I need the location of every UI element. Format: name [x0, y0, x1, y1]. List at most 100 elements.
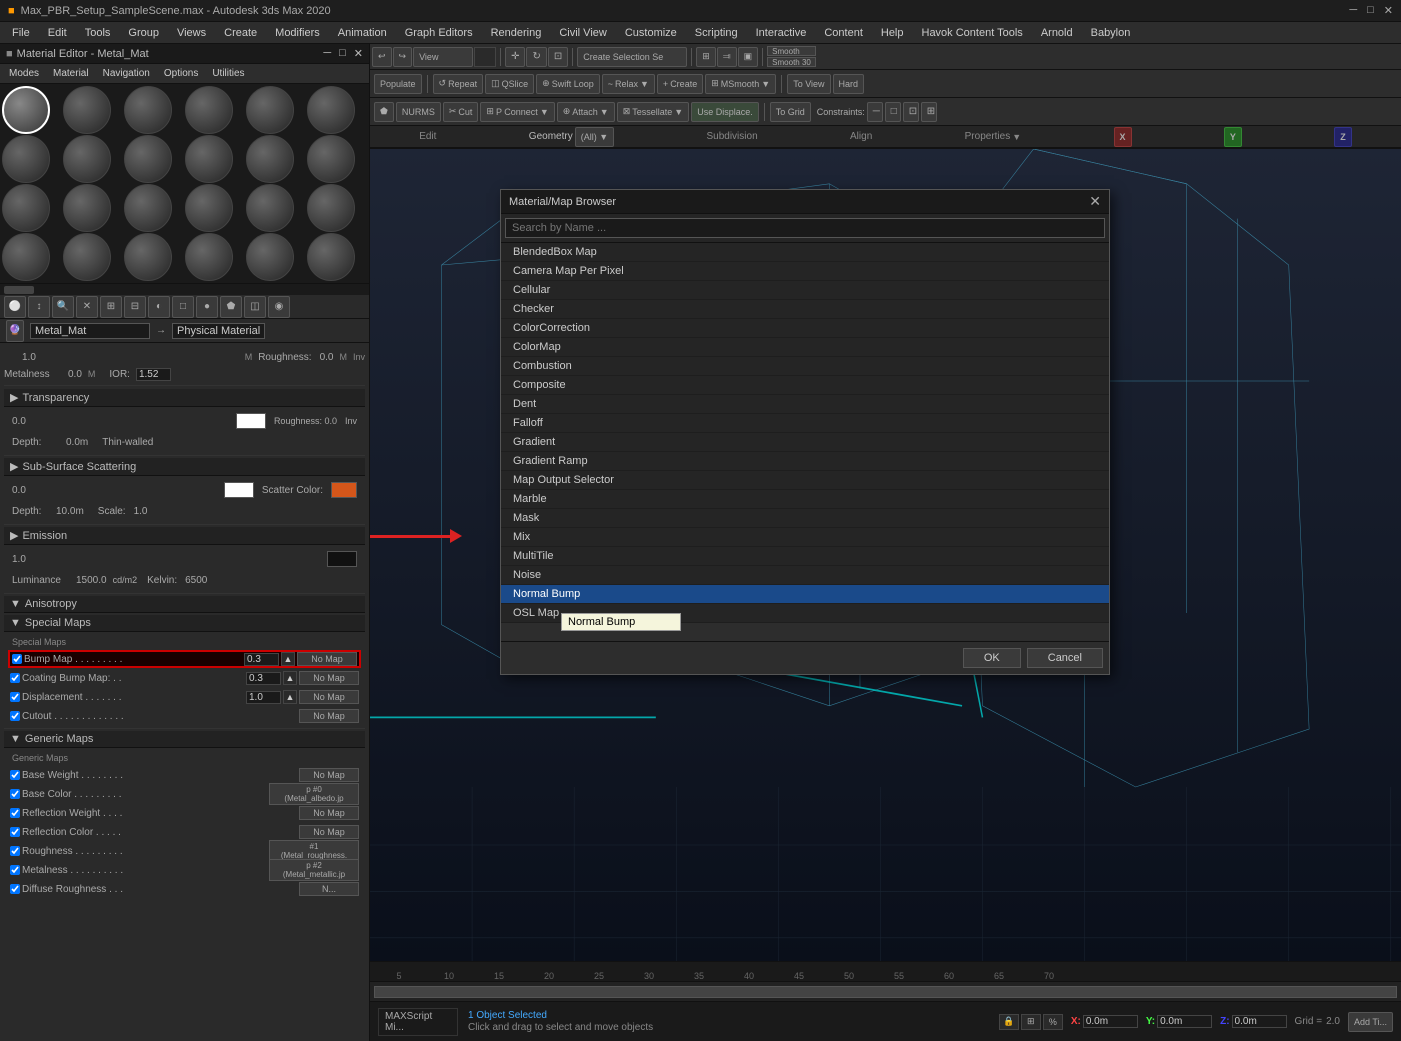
minimize-btn[interactable]: ─ [1349, 4, 1357, 17]
view-dropdown[interactable] [474, 47, 496, 67]
mat-editor-maximize[interactable]: □ [339, 47, 346, 60]
viewport-canvas[interactable]: Material/Map Browser ✕ BlendedBox Map Ca… [370, 149, 1401, 961]
reflection-color-btn[interactable]: No Map [299, 825, 359, 839]
menu-customize[interactable]: Customize [617, 25, 685, 41]
msmooth-btn[interactable]: ⊞ MSmooth ▼ [705, 74, 776, 94]
mat-tb-btn11[interactable]: ◫ [244, 296, 266, 318]
create-geo-btn[interactable]: + Create [657, 74, 703, 94]
constraint-extra[interactable]: ⊞ [921, 102, 937, 122]
anisotropy-section[interactable]: ▼ Anisotropy [4, 596, 365, 613]
mat-editor-close[interactable]: ✕ [354, 47, 363, 60]
maxscript-display[interactable]: MAXScript Mi... [378, 1008, 458, 1036]
to-view-btn[interactable]: To View [787, 74, 830, 94]
displacement-checkbox[interactable] [10, 692, 20, 702]
relax-btn[interactable]: ~ Relax ▼ [602, 74, 655, 94]
menu-graph-editors[interactable]: Graph Editors [397, 25, 481, 41]
menu-babylon[interactable]: Babylon [1083, 25, 1139, 41]
mat-tb-btn10[interactable]: ⬟ [220, 296, 242, 318]
add-time-btn[interactable]: Add Ti... [1348, 1012, 1393, 1032]
create-sel-btn[interactable]: Create Selection Se [577, 47, 687, 67]
sphere-10[interactable] [185, 135, 233, 183]
sphere-1[interactable] [2, 86, 50, 134]
list-item-marble[interactable]: Marble [501, 490, 1109, 509]
mirror-btn[interactable]: ⊞ [696, 47, 716, 67]
ok-button[interactable]: OK [963, 648, 1021, 668]
mat-tb-btn12[interactable]: ◉ [268, 296, 290, 318]
list-item-blendedbox[interactable]: BlendedBox Map [501, 243, 1109, 262]
mat-editor-minimize[interactable]: ─ [323, 47, 331, 60]
dialog-titlebar[interactable]: Material/Map Browser ✕ [501, 190, 1109, 214]
mat-menu-options[interactable]: Options [159, 67, 203, 80]
menu-file[interactable]: File [4, 25, 38, 41]
bump-map-spinner[interactable]: ▲ [281, 652, 295, 666]
menu-rendering[interactable]: Rendering [483, 25, 550, 41]
list-item-dent[interactable]: Dent [501, 395, 1109, 414]
list-item-cellular[interactable]: Cellular [501, 281, 1109, 300]
sphere-21[interactable] [124, 233, 172, 281]
geometry-all-dropdown[interactable]: (All) ▼ [575, 127, 614, 147]
reflection-weight-checkbox[interactable] [10, 808, 20, 818]
cutout-checkbox[interactable] [10, 711, 20, 721]
hard-btn[interactable]: Hard [833, 74, 865, 94]
timeline[interactable] [370, 981, 1401, 1001]
list-item-camera-map[interactable]: Camera Map Per Pixel [501, 262, 1109, 281]
sphere-6[interactable] [307, 86, 355, 134]
mat-menu-navigation[interactable]: Navigation [98, 67, 155, 80]
scatter-color-swatch[interactable] [331, 482, 357, 498]
snap-btn[interactable]: ▣ [738, 47, 759, 67]
displacement-btn[interactable]: No Map [299, 690, 359, 704]
displacement-spinner[interactable]: ▲ [283, 690, 297, 704]
coating-bump-value[interactable] [246, 672, 281, 685]
menu-havok[interactable]: Havok Content Tools [914, 25, 1031, 41]
constraint-face[interactable]: □ [885, 102, 901, 122]
attach-btn[interactable]: ⊕ Attach ▼ [557, 102, 615, 122]
sphere-19[interactable] [2, 233, 50, 281]
list-item-gradient-ramp[interactable]: Gradient Ramp [501, 452, 1109, 471]
sphere-9[interactable] [124, 135, 172, 183]
mat-tb-btn2[interactable]: ↕ [28, 296, 50, 318]
sphere-14[interactable] [63, 184, 111, 232]
mat-tb-btn7[interactable]: ◐ [148, 296, 170, 318]
bump-map-checkbox[interactable] [12, 654, 22, 664]
bump-map-btn[interactable]: No Map [297, 652, 357, 666]
base-color-btn[interactable]: p #0 (Metal_albedo.jp [269, 783, 359, 805]
list-item-gradient[interactable]: Gradient [501, 433, 1109, 452]
sphere-12[interactable] [307, 135, 355, 183]
coating-bump-checkbox[interactable] [10, 673, 20, 683]
cut-btn[interactable]: ✂ Cut [443, 102, 479, 122]
nurms-btn[interactable]: NURMS [396, 102, 441, 122]
select-filter[interactable]: View [413, 47, 473, 67]
repeat-btn[interactable]: ↺ Repeat [433, 74, 484, 94]
search-input[interactable] [505, 218, 1105, 238]
sphere-5[interactable] [246, 86, 294, 134]
sphere-hscroll[interactable] [0, 283, 369, 295]
diffuse-roughness-btn[interactable]: N... [299, 882, 359, 896]
use-displace-btn[interactable]: Use Displace. [691, 102, 759, 122]
reflection-color-checkbox[interactable] [10, 827, 20, 837]
menu-interactive[interactable]: Interactive [748, 25, 815, 41]
cancel-button[interactable]: Cancel [1027, 648, 1103, 668]
menu-civil-view[interactable]: Civil View [551, 25, 614, 41]
list-item-falloff[interactable]: Falloff [501, 414, 1109, 433]
sphere-16[interactable] [185, 184, 233, 232]
menu-tools[interactable]: Tools [77, 25, 119, 41]
sphere-13[interactable] [2, 184, 50, 232]
menu-modifiers[interactable]: Modifiers [267, 25, 328, 41]
x-btn[interactable]: X [1114, 127, 1132, 147]
menu-views[interactable]: Views [169, 25, 214, 41]
move-btn[interactable]: ✛ [505, 47, 525, 67]
mat-eyedrop-btn[interactable]: 🔮 [6, 320, 24, 342]
ior-input[interactable] [136, 368, 171, 381]
displacement-value[interactable] [246, 691, 281, 704]
make-planar-btn[interactable]: ⬟ [374, 102, 394, 122]
reflection-weight-btn[interactable]: No Map [299, 806, 359, 820]
z-btn[interactable]: Z [1334, 127, 1352, 147]
sphere-23[interactable] [246, 233, 294, 281]
list-item-checker[interactable]: Checker [501, 300, 1109, 319]
sphere-7[interactable] [2, 135, 50, 183]
swift-loop-btn[interactable]: ⊕ Swift Loop [536, 74, 600, 94]
metalness-map-btn[interactable]: p #2 (Metal_metallic.jp [269, 859, 359, 881]
menu-content[interactable]: Content [816, 25, 871, 41]
cutout-btn[interactable]: No Map [299, 709, 359, 723]
mat-menu-utilities[interactable]: Utilities [207, 67, 249, 80]
